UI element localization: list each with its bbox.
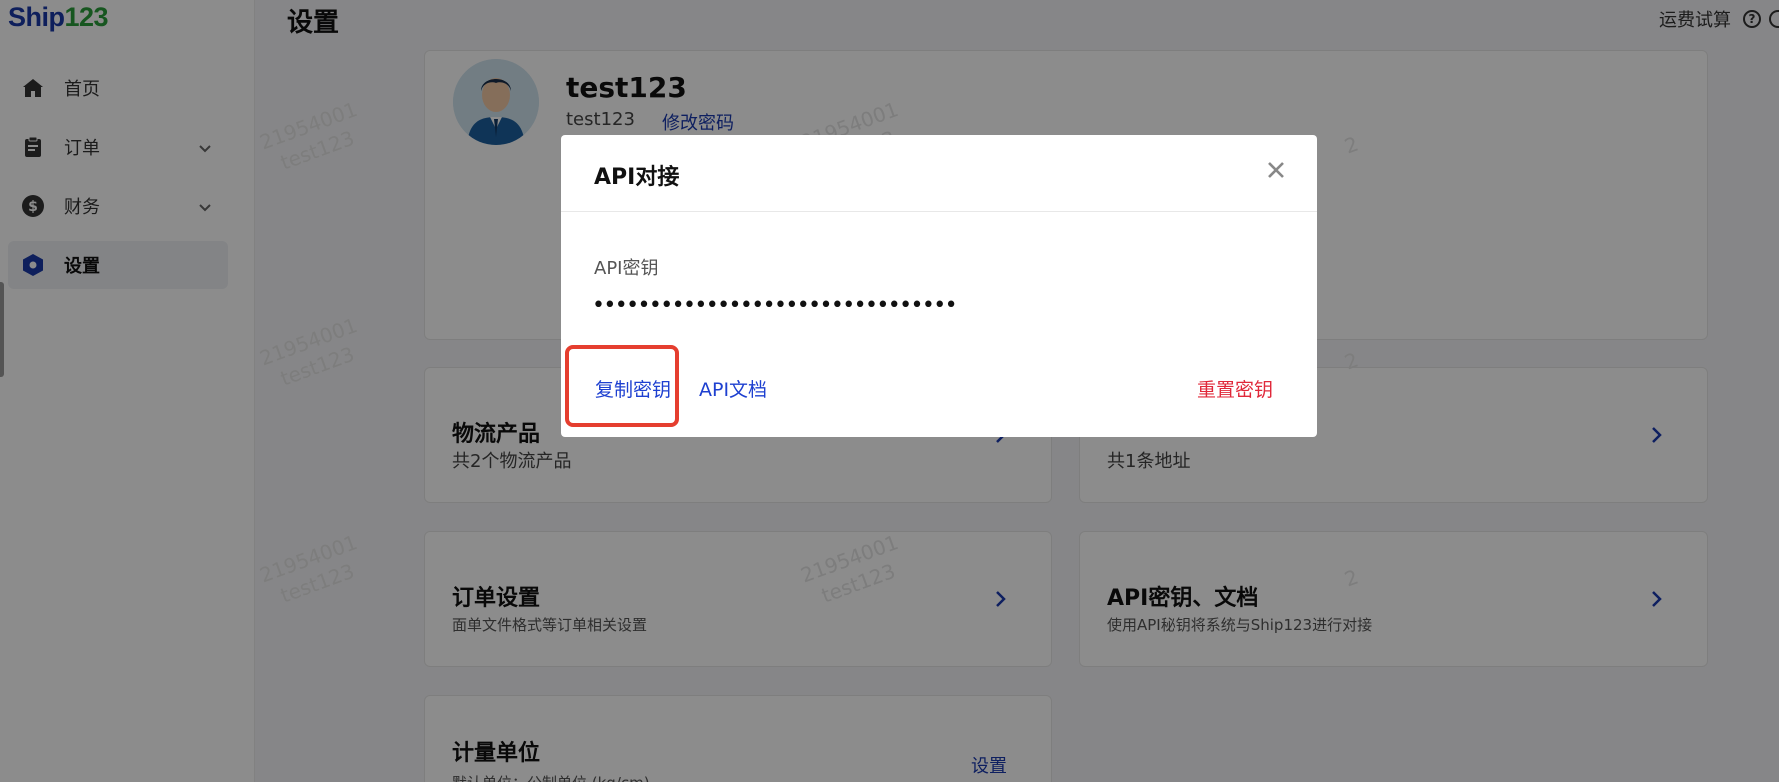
api-key-value: •••••••••••••••••••••••••••••••• [592, 293, 958, 318]
copy-key-highlight [565, 345, 679, 427]
reset-key-button[interactable]: 重置密钥 [1197, 375, 1273, 402]
modal-header: API对接 [561, 135, 1317, 212]
modal-title: API对接 [594, 165, 680, 190]
api-docs-link[interactable]: API文档 [699, 375, 767, 402]
close-icon[interactable] [1263, 157, 1289, 183]
api-key-label: API密钥 [594, 258, 659, 279]
